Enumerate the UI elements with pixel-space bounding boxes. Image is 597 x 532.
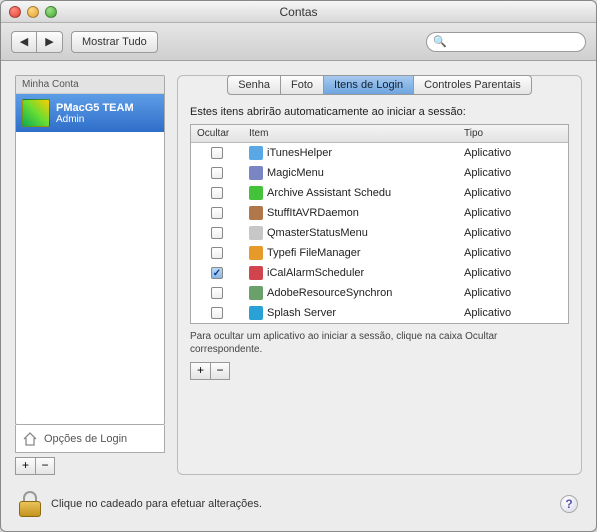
app-icon <box>249 186 263 200</box>
item-type: Aplicativo <box>458 284 568 302</box>
minimize-window-button[interactable] <box>27 6 39 18</box>
item-name: AdobeResourceSynchron <box>267 287 392 299</box>
add-login-item-button[interactable]: + <box>190 362 210 380</box>
account-item[interactable]: PMacG5 TEAM Admin <box>16 94 164 132</box>
app-icon <box>249 166 263 180</box>
hide-checkbox[interactable] <box>211 207 223 219</box>
footer: Clique no cadeado para efetuar alteraçõe… <box>1 481 596 531</box>
item-name: QmasterStatusMenu <box>267 227 368 239</box>
app-icon <box>249 306 263 320</box>
toolbar: ◀ ▶ Mostrar Tudo 🔍 <box>1 23 596 61</box>
home-icon <box>22 431 38 447</box>
item-type: Aplicativo <box>458 144 568 162</box>
lock-button[interactable] <box>19 491 41 517</box>
table-row[interactable]: iTunesHelper Aplicativo <box>191 143 568 163</box>
item-type: Aplicativo <box>458 244 568 262</box>
account-name: PMacG5 TEAM <box>56 102 134 114</box>
item-name: MagicMenu <box>267 167 324 179</box>
table-row[interactable]: iCalAlarmScheduler Aplicativo <box>191 263 568 283</box>
item-type: Aplicativo <box>458 184 568 202</box>
table-row[interactable]: Archive Assistant Schedu Aplicativo <box>191 183 568 203</box>
zoom-window-button[interactable] <box>45 6 57 18</box>
account-add-remove: + − <box>15 457 165 475</box>
add-account-button[interactable]: + <box>15 457 35 475</box>
item-name: iTunesHelper <box>267 147 332 159</box>
login-items-table: Ocultar Item Tipo iTunesHelper Aplicativo… <box>190 124 569 324</box>
nav-group: ◀ ▶ <box>11 31 63 53</box>
login-items-add-remove: + − <box>190 362 569 380</box>
hide-checkbox[interactable] <box>211 267 223 279</box>
hide-checkbox[interactable] <box>211 227 223 239</box>
window-title: Contas <box>1 5 596 19</box>
hide-checkbox[interactable] <box>211 147 223 159</box>
forward-button[interactable]: ▶ <box>37 31 63 53</box>
preferences-window: Contas ◀ ▶ Mostrar Tudo 🔍 Minha Conta PM… <box>0 0 597 532</box>
table-row[interactable]: Typefi FileManager Aplicativo <box>191 243 568 263</box>
item-name: StuffItAVRDaemon <box>267 207 359 219</box>
item-type: Aplicativo <box>458 304 568 322</box>
accounts-sidebar: Minha Conta PMacG5 TEAM Admin Opções de … <box>15 75 165 475</box>
app-icon <box>249 146 263 160</box>
item-type: Aplicativo <box>458 264 568 282</box>
item-type: Aplicativo <box>458 224 568 242</box>
item-type: Aplicativo <box>458 204 568 222</box>
table-row[interactable]: MagicMenu Aplicativo <box>191 163 568 183</box>
col-item[interactable]: Item <box>243 125 458 142</box>
account-avatar <box>22 99 50 127</box>
remove-login-item-button[interactable]: − <box>210 362 230 380</box>
tabs: SenhaFotoItens de LoginControles Parenta… <box>227 75 532 95</box>
tab-foto[interactable]: Foto <box>281 75 324 95</box>
account-role: Admin <box>56 114 134 125</box>
table-row[interactable]: QmasterStatusMenu Aplicativo <box>191 223 568 243</box>
app-icon <box>249 226 263 240</box>
tab-controles-parentais[interactable]: Controles Parentais <box>414 75 532 95</box>
hide-checkbox[interactable] <box>211 187 223 199</box>
search-icon: 🔍 <box>433 35 447 48</box>
window-controls <box>9 6 57 18</box>
search-field-wrap[interactable]: 🔍 <box>426 32 586 52</box>
app-icon <box>249 286 263 300</box>
help-button[interactable]: ? <box>560 495 578 513</box>
login-items-hint: Para ocultar um aplicativo ao iniciar a … <box>190 330 569 356</box>
table-row[interactable]: AdobeResourceSynchron Aplicativo <box>191 283 568 303</box>
accounts-list: Minha Conta PMacG5 TEAM Admin <box>15 75 165 425</box>
lock-text: Clique no cadeado para efetuar alteraçõe… <box>51 498 262 510</box>
app-icon <box>249 266 263 280</box>
table-body: iTunesHelper Aplicativo MagicMenu Aplicativ… <box>191 143 568 323</box>
col-type[interactable]: Tipo <box>458 125 568 142</box>
tab-itens-de-login[interactable]: Itens de Login <box>324 75 414 95</box>
table-row[interactable]: Splash Server Aplicativo <box>191 303 568 323</box>
table-row[interactable]: StuffItAVRDaemon Aplicativo <box>191 203 568 223</box>
sidebar-header: Minha Conta <box>16 76 164 94</box>
search-input[interactable] <box>451 36 593 48</box>
login-options-label: Opções de Login <box>44 433 127 445</box>
main-panel: SenhaFotoItens de LoginControles Parenta… <box>177 75 582 475</box>
hide-checkbox[interactable] <box>211 247 223 259</box>
show-all-button[interactable]: Mostrar Tudo <box>71 31 158 53</box>
lock-body-icon <box>19 501 41 517</box>
item-name: Archive Assistant Schedu <box>267 187 391 199</box>
account-text: PMacG5 TEAM Admin <box>56 102 134 125</box>
remove-account-button[interactable]: − <box>35 457 55 475</box>
item-name: iCalAlarmScheduler <box>267 267 364 279</box>
login-items-description: Estes itens abrirão automaticamente ao i… <box>190 106 569 118</box>
app-icon <box>249 206 263 220</box>
app-icon <box>249 246 263 260</box>
titlebar: Contas <box>1 1 596 23</box>
hide-checkbox[interactable] <box>211 287 223 299</box>
back-button[interactable]: ◀ <box>11 31 37 53</box>
close-window-button[interactable] <box>9 6 21 18</box>
item-name: Splash Server <box>267 307 336 319</box>
item-type: Aplicativo <box>458 164 568 182</box>
tab-senha[interactable]: Senha <box>227 75 281 95</box>
login-options-button[interactable]: Opções de Login <box>15 425 165 453</box>
col-hide[interactable]: Ocultar <box>191 125 243 142</box>
table-header: Ocultar Item Tipo <box>191 125 568 143</box>
item-name: Typefi FileManager <box>267 247 361 259</box>
hide-checkbox[interactable] <box>211 307 223 319</box>
hide-checkbox[interactable] <box>211 167 223 179</box>
